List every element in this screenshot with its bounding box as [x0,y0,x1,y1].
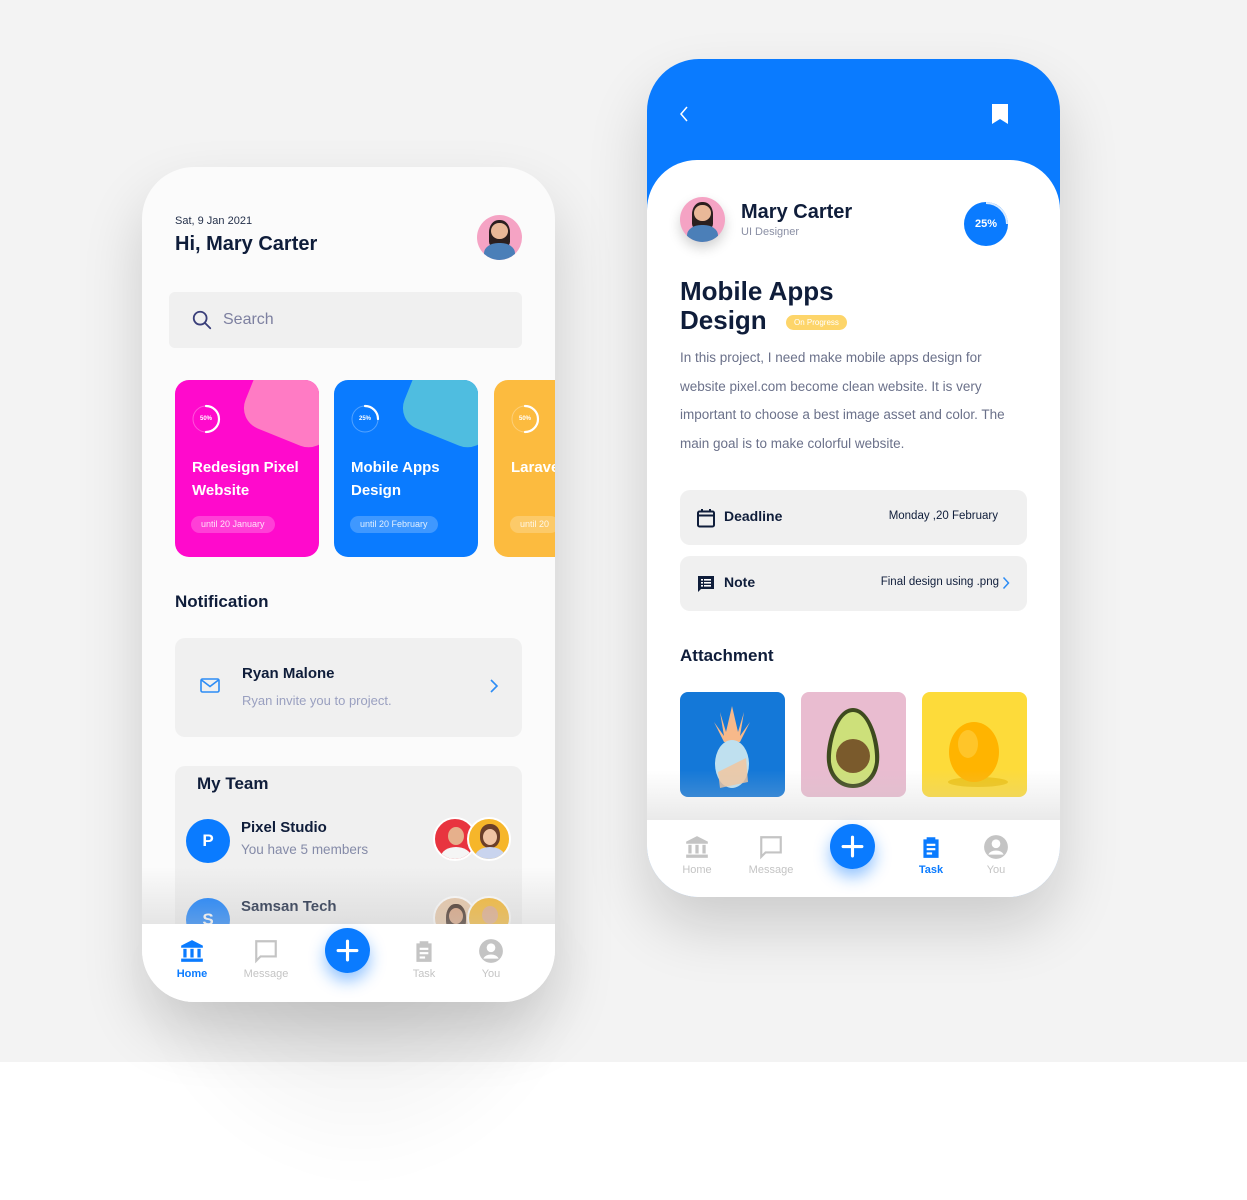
project-card[interactable]: 50% Redesign Pixel Website until 20 Janu… [175,380,319,557]
attachment-heading: Attachment [680,646,774,665]
tab-label: Task [412,968,436,980]
notification-message: Ryan invite you to project. [242,693,392,708]
note-value: Final design using .png [880,576,999,588]
progress-label: 25% [358,416,371,422]
greeting: Hi, Mary Carter [175,233,318,255]
tab-task[interactable]: Task [896,834,966,876]
tab-task[interactable]: Task [389,938,459,980]
task-detail-screen: Mary Carter UI Designer 25% Mobile Apps … [647,59,1060,897]
message-icon [760,836,782,860]
progress-label: 50% [518,416,531,422]
card-decoration [237,380,319,454]
clipboard-icon [923,837,939,858]
message-icon [255,940,277,964]
bank-icon [686,836,708,858]
task-description: In this project, I need make mobile apps… [680,350,1005,451]
project-card[interactable]: 50% Laravel Project until 20 [494,380,555,557]
search-placeholder: Search [223,311,274,328]
notification-sender: Ryan Malone [242,665,335,682]
project-card[interactable]: 25% Mobile Apps Design until 20 February [334,380,478,557]
bank-icon [181,940,203,962]
note-row[interactable]: Note Final design using .png [680,556,1027,611]
project-due: until 20 January [191,516,275,533]
project-due: until 20 [510,516,555,533]
back-icon[interactable] [677,105,691,123]
scroll-fade [647,770,1060,822]
calendar-icon [697,509,715,528]
note-icon [698,576,714,592]
tab-label: Home [176,968,208,980]
user-avatar[interactable] [477,215,522,260]
tab-label: Message [243,968,289,980]
search-icon [192,310,212,330]
tab-message[interactable]: Message [231,938,301,980]
project-title: Laravel Project [511,459,555,476]
tab-label: Message [748,864,794,876]
project-due: until 20 February [350,516,438,533]
status-badge: On Progress [786,315,847,330]
chevron-right-icon [490,679,499,693]
chevron-right-icon [1002,576,1010,590]
note-label: Note [724,574,756,590]
bottom-tab-bar: Home Message Task You [647,820,1060,897]
deadline-row[interactable]: Deadline Monday ,20 February [680,490,1027,545]
bookmark-icon[interactable] [991,103,1009,125]
notification-item[interactable]: Ryan Malone Ryan invite you to project. [175,638,522,737]
owner-avatar[interactable] [680,197,725,242]
plus-icon [336,939,359,962]
notification-heading: Notification [175,592,269,611]
tab-message[interactable]: Message [736,834,806,876]
plus-icon [841,835,864,858]
progress-label: 25% [974,218,998,230]
bottom-tab-bar: Home Message Task You [142,924,555,1002]
team-members-count: You have 5 members [241,842,369,857]
tab-label: Task [918,864,944,876]
my-team-heading: My Team [197,774,269,793]
tab-label: You [986,864,1006,876]
card-decoration [396,380,478,454]
owner-role: UI Designer [741,226,800,238]
team-initial: P [186,819,230,863]
tab-you[interactable]: You [961,834,1031,876]
tab-home[interactable]: Home [157,938,227,980]
progress-badge: 25% [964,202,1010,248]
task-sheet: Mary Carter UI Designer 25% Mobile Apps … [647,160,1060,897]
clipboard-icon [416,941,432,962]
tab-label: You [481,968,501,980]
owner-name: Mary Carter [741,201,853,223]
tab-you[interactable]: You [456,938,526,980]
current-date: Sat, 9 Jan 2021 [175,215,253,227]
search-input[interactable]: Search [169,292,522,348]
project-title: Redesign Pixel Website [192,459,299,499]
home-screen: Sat, 9 Jan 2021 Hi, Mary Carter Search 5… [142,167,555,1002]
tab-label: Home [682,864,712,876]
mail-icon [200,678,220,693]
add-button[interactable] [325,928,370,973]
user-icon [479,939,503,963]
scroll-fade [142,867,555,927]
progress-label: 50% [199,416,212,422]
deadline-label: Deadline [724,508,783,524]
project-title: Mobile Apps Design [351,459,440,499]
user-icon [984,835,1008,859]
team-row[interactable]: P Pixel Studio You have 5 members [186,817,511,867]
team-name: Pixel Studio [241,819,327,836]
member-avatar [467,817,511,861]
add-button[interactable] [830,824,875,869]
tab-home[interactable]: Home [662,834,732,876]
deadline-value: Monday ,20 February [888,510,998,522]
